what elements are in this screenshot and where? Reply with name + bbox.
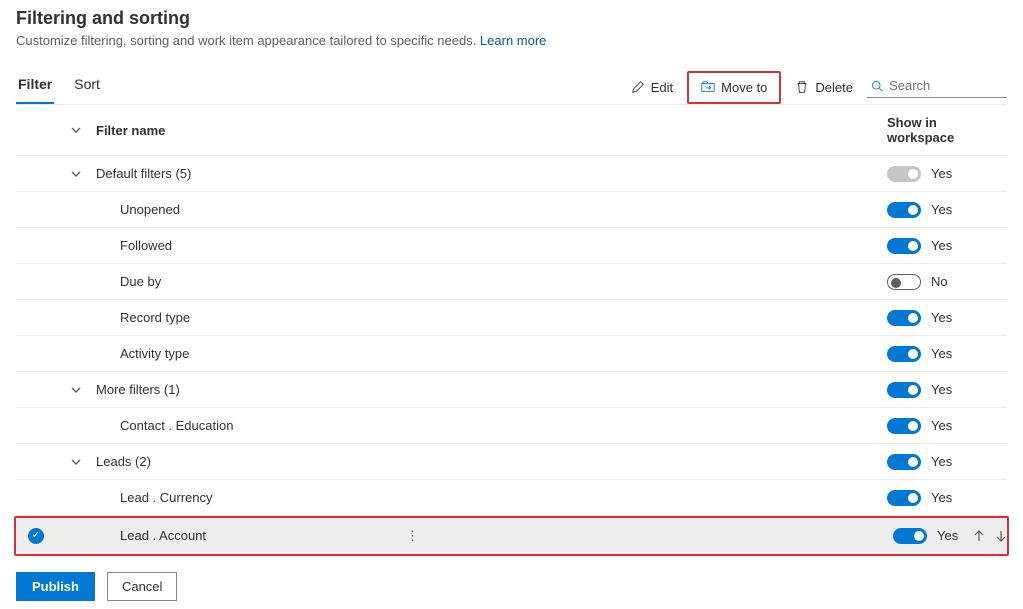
cancel-button[interactable]: Cancel	[107, 572, 177, 601]
show-toggle[interactable]	[887, 382, 921, 398]
filter-name[interactable]: More filters (1)	[96, 382, 887, 397]
table-row[interactable]: ✓ Lead . Account⋮ Yes	[16, 518, 1007, 554]
show-toggle[interactable]	[887, 490, 921, 506]
show-toggle[interactable]	[887, 202, 921, 218]
show-toggle	[887, 166, 921, 182]
arrow-up-icon[interactable]	[973, 530, 985, 542]
show-toggle[interactable]	[887, 310, 921, 326]
delete-button[interactable]: Delete	[787, 75, 861, 100]
more-options-icon[interactable]: ⋮	[406, 528, 419, 544]
toggle-label: Yes	[931, 490, 952, 505]
publish-button[interactable]: Publish	[16, 572, 95, 601]
filter-name[interactable]: Lead . Currency	[96, 490, 887, 505]
chevron-down-icon[interactable]	[70, 124, 82, 136]
expand-cell[interactable]	[56, 168, 96, 180]
search-wrap[interactable]	[867, 76, 1007, 98]
table-row[interactable]: Default filters (5) Yes	[16, 156, 1007, 192]
table-header: Filter name Show in workspace	[16, 105, 1007, 156]
filter-name[interactable]: Activity type	[96, 346, 887, 361]
toggle-label: Yes	[931, 238, 952, 253]
search-icon	[871, 79, 883, 93]
toggle-cell: No	[887, 274, 1007, 290]
table-row[interactable]: Lead . Currency Yes	[16, 480, 1007, 516]
page-description: Customize filtering, sorting and work it…	[16, 33, 1007, 48]
arrow-down-icon[interactable]	[995, 530, 1007, 542]
toggle-cell: Yes	[887, 202, 1007, 218]
search-input[interactable]	[889, 78, 1003, 93]
tab-sort[interactable]: Sort	[72, 70, 102, 104]
pencil-icon	[631, 80, 645, 94]
show-toggle[interactable]	[887, 418, 921, 434]
expand-cell[interactable]	[56, 384, 96, 396]
toggle-cell: Yes	[887, 238, 1007, 254]
chevron-down-icon[interactable]	[70, 456, 82, 468]
learn-more-link[interactable]: Learn more	[480, 33, 546, 48]
filter-name[interactable]: Unopened	[96, 202, 887, 217]
show-toggle[interactable]	[887, 346, 921, 362]
folder-move-icon	[701, 80, 715, 94]
col-show-in-workspace[interactable]: Show in workspace	[887, 115, 1007, 145]
reorder-arrows	[973, 530, 1007, 542]
chevron-down-icon[interactable]	[70, 168, 82, 180]
move-to-button[interactable]: Move to	[693, 75, 775, 100]
filter-name[interactable]: Contact . Education	[96, 418, 887, 433]
toggle-label: Yes	[931, 346, 952, 361]
filter-name[interactable]: Followed	[96, 238, 887, 253]
rows-container: Default filters (5)YesUnopenedYesFollowe…	[16, 156, 1007, 556]
toggle-label: No	[931, 274, 948, 289]
trash-icon	[795, 80, 809, 94]
chevron-down-icon[interactable]	[70, 384, 82, 396]
move-to-label: Move to	[721, 80, 767, 95]
show-toggle[interactable]	[887, 274, 921, 290]
page-title: Filtering and sorting	[16, 8, 1007, 29]
table-row[interactable]: Due by No	[16, 264, 1007, 300]
check-icon: ✓	[28, 528, 44, 544]
filter-name[interactable]: Lead . Account⋮	[96, 528, 893, 544]
show-toggle[interactable]	[887, 454, 921, 470]
toggle-cell: Yes	[887, 490, 1007, 506]
table-row[interactable]: Record type Yes	[16, 300, 1007, 336]
delete-label: Delete	[815, 80, 853, 95]
filter-name[interactable]: Leads (2)	[96, 454, 887, 469]
toggle-cell: Yes	[887, 454, 1007, 470]
table-row[interactable]: Contact . Education Yes	[16, 408, 1007, 444]
filter-name[interactable]: Default filters (5)	[96, 166, 887, 181]
edit-label: Edit	[651, 80, 673, 95]
toggle-label: Yes	[931, 310, 952, 325]
tab-filter[interactable]: Filter	[16, 70, 54, 104]
table-row[interactable]: Followed Yes	[16, 228, 1007, 264]
toolbar: Edit Move to Delete	[623, 71, 1007, 104]
toggle-cell: Yes	[887, 418, 1007, 434]
move-to-highlight: Move to	[687, 71, 781, 104]
footer: Publish Cancel	[16, 572, 1007, 601]
toggle-label: Yes	[931, 454, 952, 469]
edit-button[interactable]: Edit	[623, 75, 681, 100]
toggle-label: Yes	[931, 202, 952, 217]
filter-name[interactable]: Due by	[96, 274, 887, 289]
toggle-cell: Yes	[887, 166, 1007, 182]
toggle-cell: Yes	[887, 310, 1007, 326]
tabs: Filter Sort	[16, 70, 102, 104]
toggle-label: Yes	[931, 166, 952, 181]
toggle-label: Yes	[931, 382, 952, 397]
select-cell[interactable]: ✓	[16, 528, 56, 544]
table-row[interactable]: Activity type Yes	[16, 336, 1007, 372]
toggle-label: Yes	[931, 418, 952, 433]
filter-name[interactable]: Record type	[96, 310, 887, 325]
toggle-label: Yes	[937, 528, 958, 543]
toggle-cell: Yes	[887, 382, 1007, 398]
show-toggle[interactable]	[887, 238, 921, 254]
table-row[interactable]: Unopened Yes	[16, 192, 1007, 228]
expand-cell[interactable]	[56, 456, 96, 468]
table-row[interactable]: Leads (2) Yes	[16, 444, 1007, 480]
page-description-text: Customize filtering, sorting and work it…	[16, 33, 476, 48]
show-toggle[interactable]	[893, 528, 927, 544]
toggle-cell: Yes	[887, 346, 1007, 362]
col-filter-name[interactable]: Filter name	[96, 123, 887, 138]
table-row[interactable]: More filters (1) Yes	[16, 372, 1007, 408]
